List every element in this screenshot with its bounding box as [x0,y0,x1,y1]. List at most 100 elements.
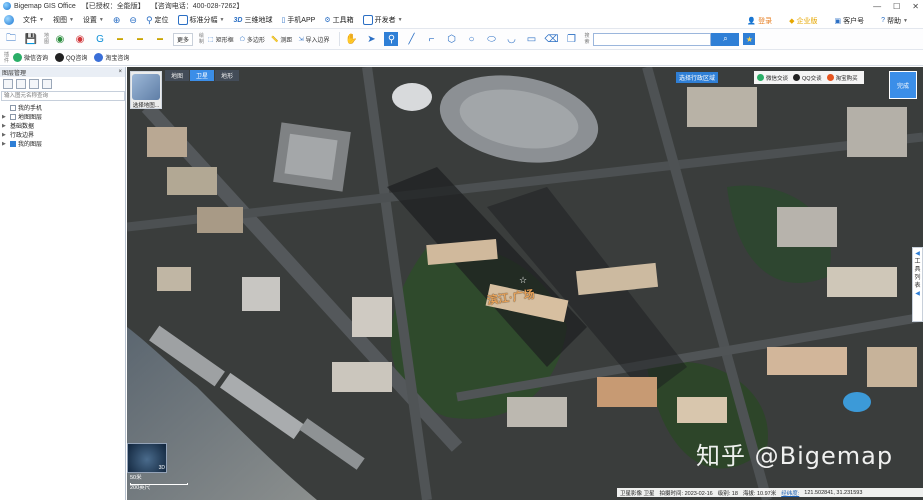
more-button[interactable]: 更多 [173,32,194,46]
export-layer-icon[interactable] [29,79,39,89]
globe-menu-icon[interactable] [4,15,14,25]
map-source-5-icon[interactable]: ▬ [133,32,147,46]
app-title: Bigemap GIS Office [14,2,76,10]
wechat-icon [13,53,22,62]
tab-satellite[interactable]: 卫星 [190,70,214,81]
menu-view[interactable]: 视图 ▼ [53,15,74,25]
taobao-buy-button[interactable]: 淘宝购买 [826,74,858,82]
rectangle-draw-icon[interactable]: ▭ [524,32,538,46]
ellipse-icon[interactable]: ⬭ [484,32,498,46]
import-border-tool[interactable]: ⇲ 导入边界 [298,35,329,44]
menu-dev[interactable]: 开发者 ▼ [362,15,403,25]
tree-item-my-phone[interactable]: 我的手机 [0,103,125,112]
menu-3d[interactable]: 3D 三维地球 [234,15,273,25]
search-button[interactable]: ⌕ [711,32,740,46]
line-icon[interactable]: ╱ [404,32,418,46]
login-button[interactable]: 👤 登录 [747,16,772,26]
map-source-4-icon[interactable]: ▬ [113,32,127,46]
marker-icon[interactable]: ⚲ [384,32,399,46]
layer-search-input[interactable] [1,91,125,101]
layer-picker[interactable]: 选择地图... [130,71,162,109]
tree-item-admin-boundary[interactable]: ▶ 行政边界 [0,130,125,140]
close-icon[interactable]: ✕ [912,2,919,11]
expand-arrow-icon[interactable]: ▶ [2,114,8,120]
taobao-consult-button[interactable]: 淘宝咨询 [94,53,129,62]
tree-item-map-layers[interactable]: ▶ 地图图层 [0,112,125,121]
polygon-draw-icon[interactable]: ⬡ [444,32,458,46]
enterprise-button[interactable]: ◆ 企业版 [789,16,817,26]
measure-label: 测距 [280,37,293,44]
done-button[interactable]: 完成 [889,71,917,99]
taobao-icon [94,53,104,62]
panel-close-icon[interactable]: × [118,69,122,75]
expand-arrow-icon[interactable]: ▶ [2,132,8,138]
new-layer-icon[interactable] [3,79,13,89]
rect-tool[interactable]: ⬚ 矩形框 [208,35,234,44]
layer-checkbox[interactable] [10,140,16,147]
import-layer-icon[interactable] [16,79,26,89]
menu-mobile-app[interactable]: ▯ 手机APP [281,15,315,25]
star-marker-icon[interactable]: ☆ [519,275,527,286]
menu-view-label: 视图 [52,17,67,24]
help-label: 帮助 [887,17,902,25]
measure-tool[interactable]: 📏 测距 [271,35,293,44]
phone-icon: ▯ [281,17,286,24]
qq-chat-button[interactable]: QQ交谈 [793,74,822,82]
expand-arrow-icon[interactable]: ▶ [2,123,8,129]
rect-icon: ⬚ [208,36,214,43]
menu-standard-tiles[interactable]: 标准分幅 ▼ [177,15,225,25]
layers-panel-tools [0,77,125,91]
tool-list-side-tab[interactable]: ◀ 工 具 列 表 ◀ [912,247,923,322]
polyline-icon[interactable]: ⌐ [424,32,438,46]
wechat-chat-button[interactable]: 微信交谈 [757,74,788,82]
menu-locate[interactable]: ⚲ 定位 [146,15,169,26]
select-region-button[interactable]: 选择行政区域 [676,72,719,83]
maximize-icon[interactable]: ☐ [893,2,900,11]
map-source-2-icon[interactable]: ◉ [73,32,87,46]
map-source-6-icon[interactable]: ▬ [153,32,167,46]
polygon-tool[interactable]: ⬠ 多边形 [240,35,265,44]
map-source-1-icon[interactable]: ◉ [53,32,67,46]
pointer-icon[interactable]: ➤ [364,32,378,46]
tab-map[interactable]: 地图 [165,70,189,81]
layers-icon[interactable]: ❐ [564,32,578,46]
toolbar-divider [339,32,341,46]
title-bar: Bigemap GIS Office 【已授权：全能版】 【咨询电话：400-0… [0,0,923,12]
tab-terrain[interactable]: 地形 [215,70,239,81]
minimize-icon[interactable]: — [873,2,881,11]
tree-item-base-data[interactable]: ▶ 基础数据 [0,121,125,131]
qq-consult-button[interactable]: QQ咨询 [55,53,87,62]
layer-checkbox[interactable] [10,113,16,120]
pin-icon: ⚲ [145,14,153,25]
open-folder-icon[interactable]: 🗀 [4,32,18,46]
grid-icon [177,15,188,25]
layer-checkbox[interactable] [10,104,16,111]
curve-icon[interactable]: ◡ [504,32,518,46]
save-icon[interactable]: 💾 [24,32,38,46]
circle-icon[interactable]: ○ [464,32,478,46]
globe-3d-thumbnail[interactable]: 3D [127,443,167,473]
customer-button[interactable]: ▣ 客户号 [835,16,865,26]
polygon-icon: ⬠ [239,36,245,43]
zoom-out-icon[interactable]: ⊖ [129,15,137,26]
eraser-icon[interactable]: ⌫ [544,32,558,46]
wechat-consult-button[interactable]: 微信咨询 [13,53,48,62]
map-source-3-icon[interactable]: G [93,32,107,46]
expand-arrow-icon[interactable]: ▶ [2,141,8,147]
contact-bar: 微信交谈 QQ交谈 淘宝购买 [754,71,864,84]
layer-settings-icon[interactable] [42,79,52,89]
import-icon: ⇲ [298,36,304,43]
zoom-in-icon[interactable]: ⊕ [113,15,121,26]
draw-group-label: 绘制 [199,33,205,45]
search-input[interactable] [593,32,712,46]
help-button[interactable]: ? 帮助 ▼ [881,16,908,26]
status-lnglat-link[interactable]: 经纬度: [781,489,799,497]
menu-settings[interactable]: 设置 ▼ [83,15,104,25]
menu-toolbox[interactable]: ⚙ 工具箱 [324,15,353,25]
map-view[interactable]: 选择地图... 地图 卫星 地形 选择行政区域 微信交谈 QQ交谈 淘宝购买 完… [127,67,923,500]
hand-pan-icon[interactable]: ✋ [344,32,358,46]
favorite-button[interactable]: ★ [743,33,756,45]
tree-item-my-layers[interactable]: ▶ 我的图层 [0,139,125,148]
three-d-icon: 3D [233,16,243,24]
menu-file[interactable]: 文件 ▼ [23,15,44,25]
